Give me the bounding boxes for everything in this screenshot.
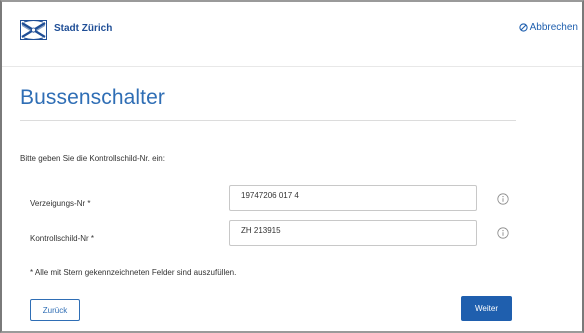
next-button[interactable]: Weiter <box>461 296 512 321</box>
field-label-verzeigungs-nr: Verzeigungs-Nr * <box>30 199 91 208</box>
cancel-label: Abbrechen <box>529 22 578 33</box>
city-logo-icon <box>20 20 47 40</box>
cancel-circle-icon <box>518 23 528 32</box>
brand-name: Stadt Zürich <box>54 23 113 34</box>
info-icon[interactable] <box>497 193 509 205</box>
back-button[interactable]: Zurück <box>30 299 80 321</box>
info-icon[interactable] <box>497 227 509 239</box>
kontrollschild-nr-input[interactable]: ZH 213915 <box>229 220 477 246</box>
page-title: Bussenschalter <box>20 86 165 109</box>
header-bar: Stadt Zürich Abbrechen <box>2 2 582 67</box>
title-divider <box>20 120 516 121</box>
instruction-text: Bitte geben Sie die Kontrollschild-Nr. e… <box>20 154 165 163</box>
cancel-link[interactable]: Abbrechen <box>518 22 578 33</box>
page: Stadt Zürich Abbrechen Bussenschalter Bi… <box>0 0 584 333</box>
required-fields-note: * Alle mit Stern gekennzeichneten Felder… <box>30 268 237 277</box>
field-label-kontrollschild-nr: Kontrollschild-Nr * <box>30 234 95 243</box>
verzeigungs-nr-input[interactable]: 19747206 017 4 <box>229 185 477 211</box>
